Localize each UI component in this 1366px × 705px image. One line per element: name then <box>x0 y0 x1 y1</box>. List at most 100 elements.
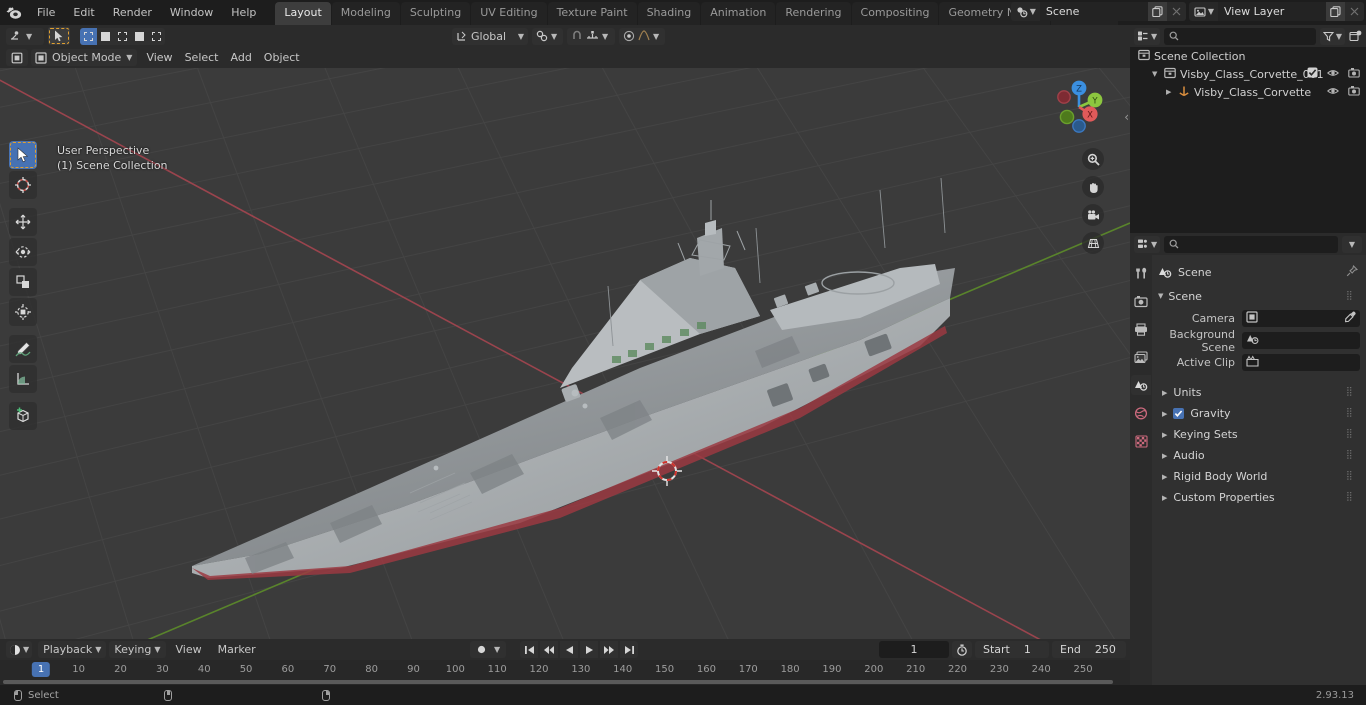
panel-checkbox[interactable] <box>1173 408 1185 419</box>
select-intersect-icon[interactable] <box>148 28 165 45</box>
workspace-tab-uv-editing[interactable]: UV Editing <box>471 2 547 25</box>
pan-hand-icon[interactable] <box>1082 176 1104 198</box>
field-control-background-scene[interactable] <box>1242 332 1360 349</box>
tool-tab[interactable] <box>1131 263 1151 283</box>
chevron-right-icon[interactable]: ▶ <box>1162 431 1167 439</box>
toggle-ortho-icon[interactable] <box>1082 232 1104 254</box>
chevron-right-icon[interactable]: ▶ <box>1162 494 1167 502</box>
field-control-active-clip[interactable] <box>1242 354 1360 371</box>
transform-tool[interactable] <box>9 298 37 326</box>
play-icon[interactable] <box>580 641 599 658</box>
play-reverse-icon[interactable] <box>560 641 579 658</box>
mode-dropdown[interactable]: Object Mode ▼ <box>31 49 138 66</box>
snap-group[interactable]: ▼ <box>567 27 615 45</box>
proportional-edit-group[interactable]: ▼ <box>619 27 665 45</box>
field-control-camera[interactable] <box>1242 310 1360 327</box>
workspace-tab-rendering[interactable]: Rendering <box>776 2 851 25</box>
workspace-tab-modeling[interactable]: Modeling <box>331 2 400 25</box>
playhead[interactable]: 1 <box>31 662 51 677</box>
next-keyframe-icon[interactable] <box>600 641 619 658</box>
world-tab[interactable] <box>1131 403 1151 423</box>
outliner-display-mode-dropdown[interactable]: ▼ <box>1134 27 1161 45</box>
viewport-menu-select[interactable]: Select <box>179 50 225 65</box>
menu-window[interactable]: Window <box>161 3 222 23</box>
panel-header-scene[interactable]: ▼ Scene ⣿ <box>1158 286 1360 306</box>
properties-editor-type-dropdown[interactable]: ▼ <box>1134 235 1161 253</box>
panel-header-rigid-body-world[interactable]: ▶ Rigid Body World ⣿ <box>1158 466 1360 487</box>
menu-help[interactable]: Help <box>222 3 265 23</box>
properties-options-dropdown[interactable]: ▼ <box>1342 235 1362 253</box>
outliner-row[interactable]: Scene Collection <box>1130 47 1366 65</box>
view-layer-browse-button[interactable]: ▼ <box>1188 2 1218 21</box>
end-frame-field[interactable]: End 250 <box>1052 641 1126 658</box>
chevron-right-icon[interactable]: ▶ <box>1162 389 1167 397</box>
chevron-right-icon[interactable]: ▶ <box>1162 410 1167 418</box>
menu-edit[interactable]: Edit <box>64 3 103 23</box>
timeline-menu-marker[interactable]: Marker <box>212 642 262 657</box>
panel-header-units[interactable]: ▶ Units ⣿ <box>1158 382 1360 403</box>
timeline-menu-view[interactable]: View <box>170 642 208 657</box>
select-invert-icon[interactable] <box>131 28 148 45</box>
camera-view-icon[interactable] <box>1082 204 1104 226</box>
scale-tool[interactable] <box>9 268 37 296</box>
render-camera-tab[interactable] <box>1131 291 1151 311</box>
select-subtract-icon[interactable] <box>114 28 131 45</box>
workspace-tab-compositing[interactable]: Compositing <box>851 2 939 25</box>
timeline-menu-keying[interactable]: Keying ▼ <box>109 641 166 658</box>
record-icon[interactable] <box>472 641 490 658</box>
select-box-icon[interactable] <box>80 27 97 45</box>
remove-view-layer-button[interactable] <box>1345 2 1364 21</box>
workspace-tab-texture-paint[interactable]: Texture Paint <box>547 2 637 25</box>
jump-start-icon[interactable] <box>520 641 539 658</box>
outliner-row[interactable]: ▼ Visby_Class_Corvette_001 <box>1130 65 1366 83</box>
timeline-menu-playback[interactable]: Playback ▼ <box>38 641 107 658</box>
prev-keyframe-icon[interactable] <box>540 641 559 658</box>
snap-pivot-dropdown[interactable]: ▼ <box>532 27 563 45</box>
auto-keying-group[interactable]: ▼ <box>470 641 507 658</box>
pin-icon[interactable] <box>1346 264 1359 280</box>
annotate-tool[interactable] <box>9 335 37 363</box>
outliner-render-camera-icon[interactable] <box>1348 85 1360 99</box>
select-extend-icon[interactable] <box>97 28 114 45</box>
outliner-search-input[interactable] <box>1164 27 1316 45</box>
scene-name-field[interactable]: Scene <box>1039 2 1148 21</box>
viewport-menu-object[interactable]: Object <box>258 50 306 65</box>
timeline-track[interactable]: 10 20 30 40 50 60 70 80 90 100 110 120 130 140 150 160 1… <box>0 660 1130 685</box>
chevron-right-icon[interactable]: ▶ <box>1162 452 1167 460</box>
disclosure-triangle-icon[interactable]: ▶ <box>1166 88 1174 96</box>
unlink-scene-button[interactable] <box>1166 2 1186 21</box>
output-printer-tab[interactable] <box>1131 319 1151 339</box>
viewport-menu-view[interactable]: View <box>140 50 178 65</box>
panel-header-keying-sets[interactable]: ▶ Keying Sets ⣿ <box>1158 424 1360 445</box>
blender-logo-icon[interactable] <box>0 0 28 25</box>
measure-tool[interactable] <box>9 365 37 393</box>
new-view-layer-button[interactable] <box>1326 2 1345 21</box>
outliner-filter-button[interactable]: ▼ <box>1319 27 1345 45</box>
3d-viewport[interactable]: User Perspective (1) Scene Collection Z … <box>0 68 1130 639</box>
outliner-visibility-eye-icon[interactable] <box>1326 68 1340 81</box>
chevron-right-icon[interactable]: ▶ <box>1162 473 1167 481</box>
menu-render[interactable]: Render <box>104 3 161 23</box>
workspace-tab-layout[interactable]: Layout <box>275 2 331 25</box>
add-cube-tool[interactable] <box>9 402 37 430</box>
outliner-visibility-eye-icon[interactable] <box>1326 86 1340 99</box>
menu-file[interactable]: File <box>28 3 64 23</box>
outliner-row[interactable]: ▶ Visby_Class_Corvette <box>1130 83 1366 101</box>
disclosure-triangle-icon[interactable]: ▼ <box>1152 70 1160 78</box>
workspace-tab-shading[interactable]: Shading <box>637 2 701 25</box>
select-mode-group[interactable] <box>80 27 165 45</box>
panel-header-custom-properties[interactable]: ▶ Custom Properties ⣿ <box>1158 487 1360 508</box>
view-layer-selector[interactable]: ▼ View Layer <box>1188 2 1364 21</box>
move-tool[interactable] <box>9 208 37 236</box>
editor-type-3dview-icon[interactable] <box>6 49 28 66</box>
stopwatch-icon[interactable] <box>952 641 972 658</box>
sidebar-toggle-arrow-icon[interactable]: ‹ <box>1124 110 1129 124</box>
viewport-menu-add[interactable]: Add <box>225 50 258 65</box>
transform-orientation-dropdown[interactable]: Global ▼ <box>452 27 528 45</box>
workspace-tab-animation[interactable]: Animation <box>701 2 776 25</box>
scene-browse-button[interactable]: ▼ <box>1010 2 1040 21</box>
eyedropper-icon[interactable] <box>1344 311 1356 326</box>
active-tool-indicator[interactable] <box>48 27 70 45</box>
zoom-icon[interactable] <box>1082 148 1104 170</box>
panel-header-gravity[interactable]: ▶ Gravity ⣿ <box>1158 403 1360 424</box>
